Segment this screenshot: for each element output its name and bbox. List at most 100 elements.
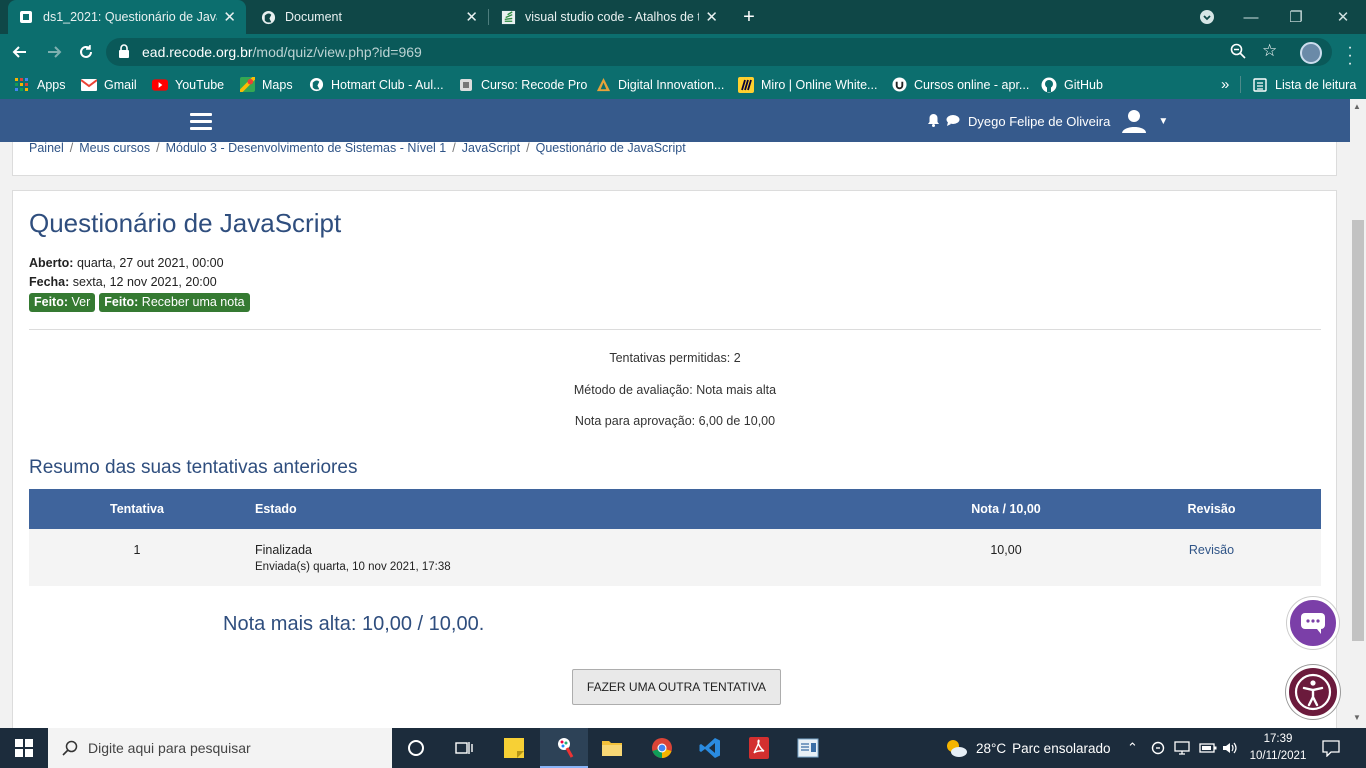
restore-window-button[interactable]: ❐ xyxy=(1273,0,1319,34)
new-tab-button[interactable]: + xyxy=(737,4,761,30)
address-bar[interactable]: ead.recode.org.br/mod/quiz/view.php?id=9… xyxy=(106,38,1332,66)
miro-icon xyxy=(738,76,754,93)
chat-bubble-icon xyxy=(1301,613,1325,634)
breadcrumb-link-javascript[interactable]: JavaScript xyxy=(462,141,520,155)
bookmark-label: GitHub xyxy=(1064,77,1103,92)
user-name[interactable]: Dyego Felipe de Oliveira xyxy=(968,114,1110,129)
close-window-button[interactable]: ✕ xyxy=(1320,0,1366,34)
windows-taskbar: Digite aqui para pesquisar 28°C Parc ens… xyxy=(0,728,1366,768)
bookmark-label: Hotmart Club - Aul... xyxy=(331,77,444,92)
breadcrumb-link-dashboard[interactable]: Painel xyxy=(29,141,64,155)
notepad-app-icon[interactable] xyxy=(784,728,832,768)
file-explorer-icon[interactable] xyxy=(588,728,636,768)
zoom-icon[interactable] xyxy=(1230,43,1246,62)
weather-widget[interactable]: 28°C Parc ensolarado xyxy=(944,728,1110,768)
bookmark-github[interactable]: GitHub xyxy=(1041,70,1103,99)
reading-list-button[interactable]: Lista de leitura xyxy=(1252,70,1356,99)
maps-icon xyxy=(239,77,255,93)
user-menu-caret-icon[interactable]: ▼ xyxy=(1158,116,1168,127)
chat-widget-button[interactable] xyxy=(1287,597,1339,649)
task-view-icon[interactable] xyxy=(440,728,488,768)
breadcrumb-separator: / xyxy=(156,141,160,155)
tab-divider xyxy=(488,9,489,25)
chrome-menu-icon[interactable]: · · · xyxy=(1340,40,1360,72)
cortana-icon[interactable] xyxy=(392,728,440,768)
globe-icon xyxy=(260,9,276,25)
user-avatar[interactable] xyxy=(1120,107,1148,135)
page-scrollbar[interactable]: ▲ ▼ xyxy=(1350,99,1366,728)
breadcrumb-link-quiz[interactable]: Questionário de JavaScript xyxy=(536,141,686,155)
bookmark-recode-pro[interactable]: Curso: Recode Pro xyxy=(458,70,587,99)
bookmark-miro[interactable]: Miro | Online White... xyxy=(738,70,877,99)
reattempt-quiz-button[interactable]: FAZER UMA OUTRA TENTATIVA xyxy=(572,669,781,705)
more-bookmarks-button[interactable]: » xyxy=(1221,70,1229,99)
bookmark-label: Miro | Online White... xyxy=(761,77,878,92)
taskbar-search-placeholder: Digite aqui para pesquisar xyxy=(88,740,251,756)
breadcrumb-link-my-courses[interactable]: Meus cursos xyxy=(79,141,150,155)
review-link[interactable]: Revisão xyxy=(1189,543,1234,557)
bell-icon[interactable] xyxy=(927,113,940,130)
chat-bubble-icon[interactable] xyxy=(946,114,960,129)
url-path: /mod/quiz/view.php?id=969 xyxy=(252,44,422,60)
cell-attempt: 1 xyxy=(29,529,245,586)
bookmark-youtube[interactable]: YouTube xyxy=(152,70,224,99)
network-icon[interactable] xyxy=(1174,728,1190,768)
user-nav: Dyego Felipe de Oliveira ▼ xyxy=(927,107,1168,135)
close-tab-icon[interactable]: ✕ xyxy=(465,8,478,26)
dio-icon xyxy=(595,77,611,93)
bookmark-dio[interactable]: Digital Innovation... xyxy=(595,70,724,99)
breadcrumb-link-module[interactable]: Módulo 3 - Desenvolvimento de Sistemas -… xyxy=(166,141,447,155)
back-button[interactable] xyxy=(6,38,34,66)
minimize-window-button[interactable]: — xyxy=(1228,0,1274,34)
bookmark-apps[interactable]: Apps xyxy=(14,70,66,99)
lock-icon[interactable] xyxy=(118,44,130,62)
search-icon xyxy=(62,740,78,756)
close-tab-icon[interactable]: ✕ xyxy=(223,8,236,26)
bookmark-label: Lista de leitura xyxy=(1275,77,1357,92)
accessibility-widget-button[interactable] xyxy=(1286,665,1340,719)
bookmark-label: Cursos online - apr... xyxy=(914,77,1030,92)
tab-search-button[interactable] xyxy=(1184,0,1230,34)
scroll-down-icon[interactable]: ▼ xyxy=(1353,713,1361,722)
battery-icon[interactable] xyxy=(1199,728,1217,768)
scroll-up-icon[interactable]: ▲ xyxy=(1353,102,1361,111)
bookmark-label: Maps xyxy=(262,77,293,92)
vscode-app-icon[interactable] xyxy=(686,728,734,768)
tab-document[interactable]: Document ✕ xyxy=(250,0,488,34)
paint-app-icon[interactable] xyxy=(540,728,588,768)
pass-grade: Nota para aprovação: 6,00 de 10,00 xyxy=(574,414,776,428)
scrollbar-thumb[interactable] xyxy=(1352,220,1364,641)
opened-date: Aberto: quarta, 27 out 2021, 00:00 xyxy=(29,256,224,270)
taskbar-search-box[interactable]: Digite aqui para pesquisar xyxy=(48,728,392,768)
tab-vscode-shortcuts[interactable]: visual studio code - Atalhos de teclado … xyxy=(490,0,728,34)
state-text: Finalizada xyxy=(255,543,312,557)
col-header-state: Estado xyxy=(245,489,910,529)
tray-expand-icon[interactable]: ⌃ xyxy=(1127,728,1138,768)
clock-time: 17:39 xyxy=(1263,733,1293,745)
hamburger-menu-icon[interactable] xyxy=(190,113,212,134)
bookmark-maps[interactable]: Maps xyxy=(239,70,293,99)
acrobat-app-icon[interactable] xyxy=(735,728,783,768)
summary-heading: Resumo das suas tentativas anteriores xyxy=(29,457,358,478)
taskbar-clock[interactable]: 17:39 10/11/2021 xyxy=(1244,731,1312,765)
onedrive-icon[interactable] xyxy=(1151,728,1165,768)
close-tab-icon[interactable]: ✕ xyxy=(705,8,718,26)
sticky-notes-icon[interactable] xyxy=(490,728,538,768)
best-grade: Nota mais alta: 10,00 / 10,00. xyxy=(223,613,485,635)
tab-title: ds1_2021: Questionário de JavaScript xyxy=(43,10,217,24)
windows-start-button[interactable] xyxy=(0,728,48,768)
profile-avatar[interactable] xyxy=(1300,42,1322,64)
weather-temperature: 28°C xyxy=(976,740,1007,756)
bookmark-hotmart[interactable]: Hotmart Club - Aul... xyxy=(308,70,444,99)
notification-center-icon[interactable] xyxy=(1322,739,1340,760)
col-header-review: Revisão xyxy=(1102,489,1321,529)
forward-button[interactable] xyxy=(40,38,68,66)
chrome-app-icon[interactable] xyxy=(638,728,686,768)
volume-icon[interactable] xyxy=(1222,728,1238,768)
bookmark-label: YouTube xyxy=(175,77,225,92)
reload-button[interactable] xyxy=(72,38,100,66)
bookmark-gmail[interactable]: Gmail xyxy=(81,70,137,99)
bookmark-udemy[interactable]: Cursos online - apr... xyxy=(891,70,1029,99)
tab-quiz[interactable]: ds1_2021: Questionário de JavaScript ✕ xyxy=(8,0,246,34)
bookmark-star-icon[interactable]: ☆ xyxy=(1262,41,1277,61)
